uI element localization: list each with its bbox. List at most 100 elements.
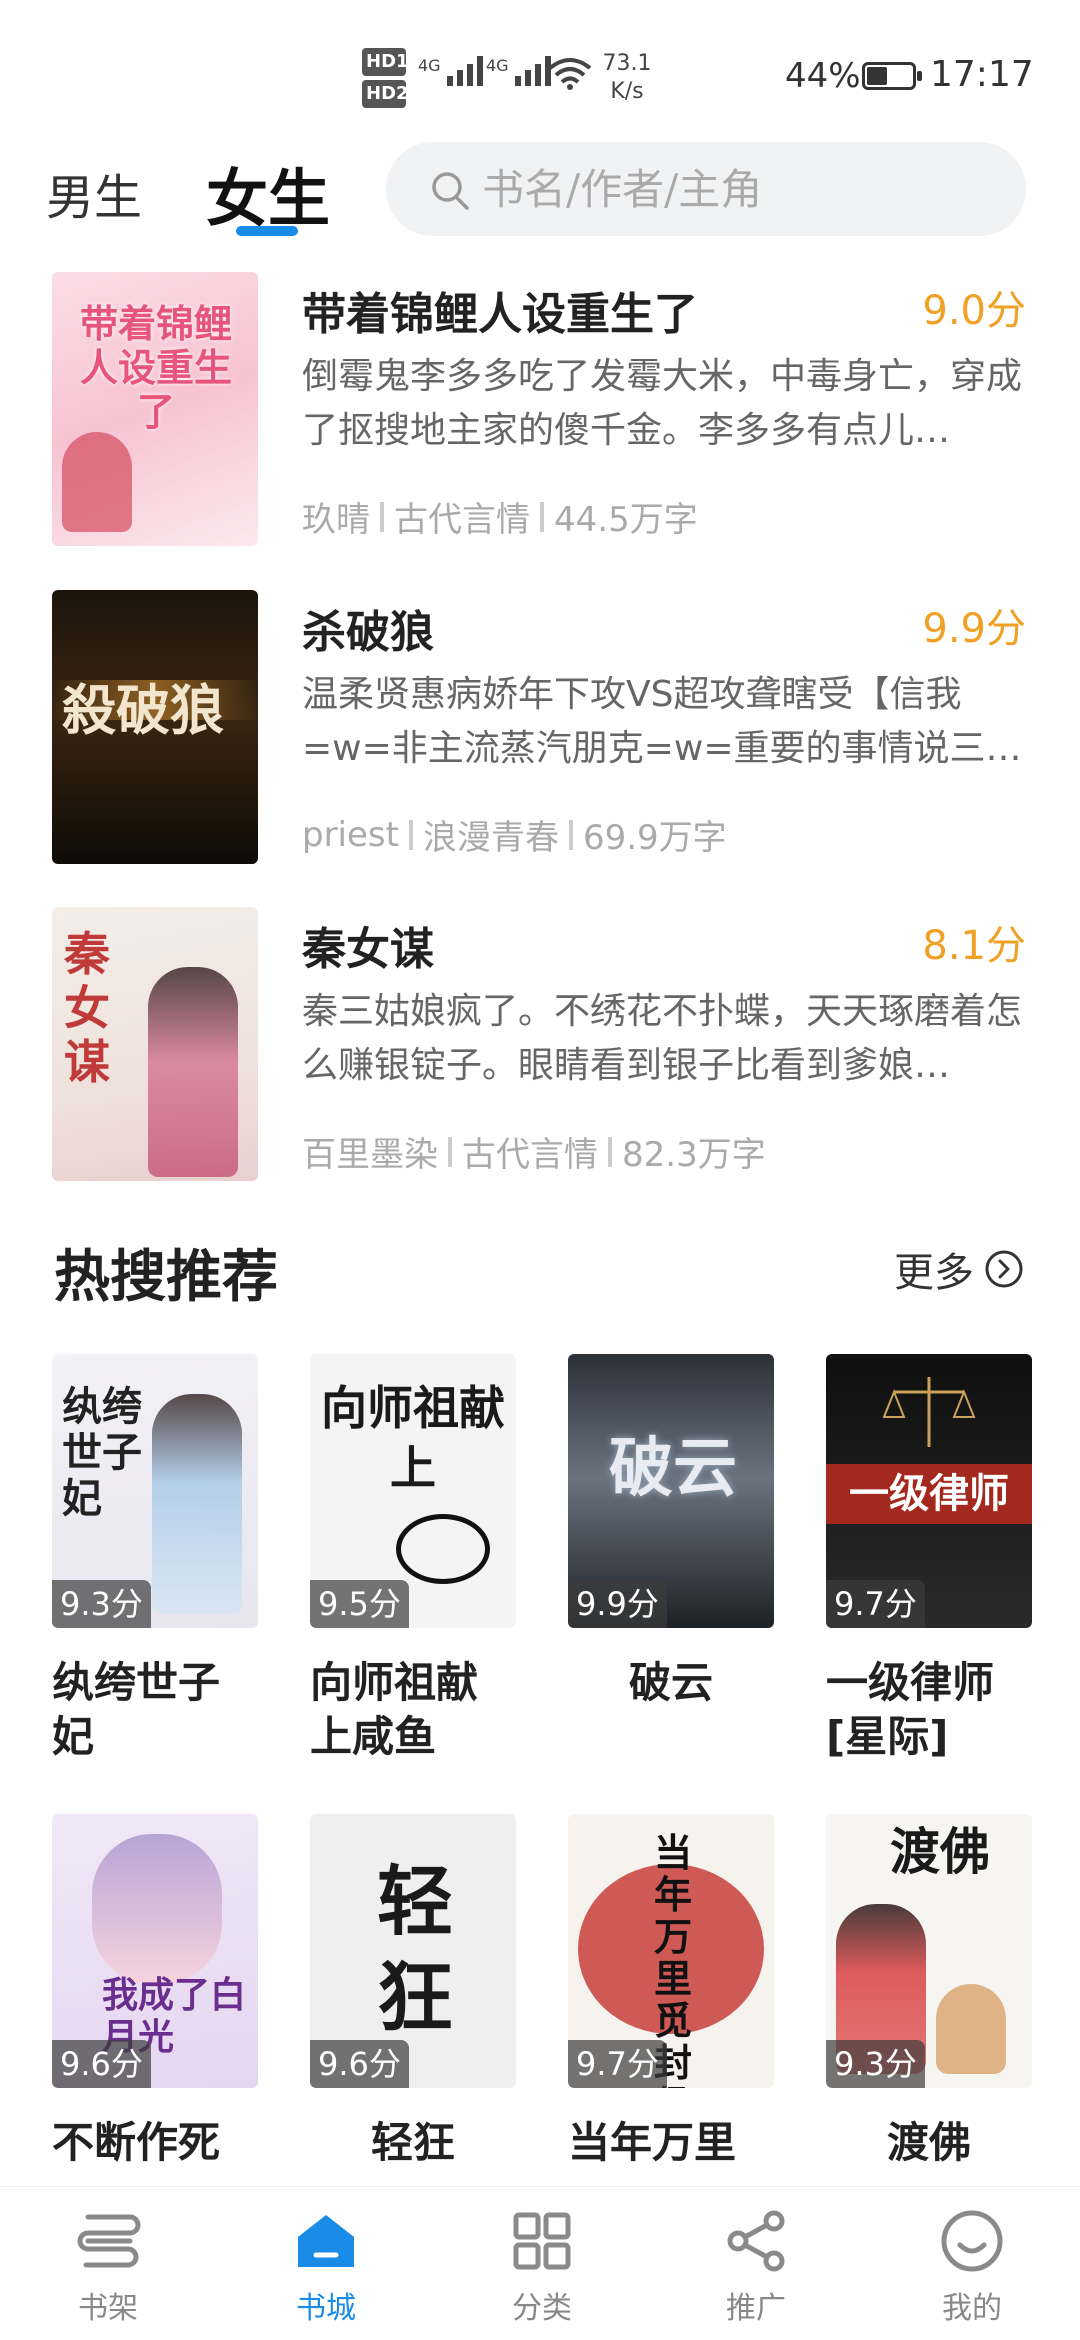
tab-female[interactable]: 女生 [206, 148, 330, 238]
share-icon [727, 2210, 785, 2272]
battery-fill [867, 67, 888, 85]
bookstore-icon [298, 2215, 354, 2267]
cover-title: 轻狂 [377, 1857, 453, 2042]
hot-book-score: 9.3分 [52, 1580, 151, 1628]
book-score: 9.9分 [922, 606, 1026, 652]
cover-title: 破云 [609, 1431, 737, 1506]
book-cover[interactable]: 秦女谋 [52, 907, 258, 1181]
cover-circle [396, 1514, 490, 1584]
network-type-2: 4G [486, 56, 509, 75]
status-bar: HD1 HD2 4G 4G 73.1 K/s 44% 17:17 [0, 0, 1080, 140]
bookshelf-icon [77, 2214, 141, 2268]
search-bar[interactable] [386, 142, 1026, 236]
tab-indicator [236, 226, 298, 236]
hot-book-name[interactable]: 纨绔世子妃 [52, 1656, 258, 1764]
hot-book-cover[interactable]: 破云 9.9分 [568, 1354, 774, 1628]
hot-book-score: 9.3分 [826, 2040, 925, 2088]
tab-male[interactable]: 男生 [46, 158, 142, 228]
hot-book-cover[interactable]: 一级律师 9.7分 [826, 1354, 1032, 1628]
book-words: 82.3万字 [622, 1135, 766, 1175]
hot-book-cover[interactable]: 当年万里觅封侯 9.7分 [568, 1814, 774, 2088]
book-meta: 百里墨染 古代言情 82.3万字 [302, 1127, 766, 1176]
hot-book-name[interactable]: 不断作死 [52, 2116, 258, 2170]
book-meta: 玖晴 古代言情 44.5万字 [302, 492, 698, 541]
book-item[interactable]: 秦女谋 秦女谋 8.1分 秦三姑娘疯了。不绣花不扑蝶，天天琢磨着怎么赚银锭子。眼… [0, 907, 1080, 1197]
book-category: 古代言情 [462, 1135, 598, 1175]
hot-book-name[interactable]: 当年万里 [568, 2116, 774, 2170]
speed-value: 73.1 [602, 51, 652, 76]
hot-book-cover[interactable]: 纨绔世子妃 9.3分 [52, 1354, 258, 1628]
search-icon [432, 172, 469, 210]
nav-item-bookstore[interactable]: 书城 [246, 2207, 406, 2327]
cover-title: 殺破狼 [62, 678, 224, 742]
hot-book-cover[interactable]: 轻狂 9.6分 [310, 1814, 516, 2088]
book-title[interactable]: 秦女谋 [302, 913, 434, 977]
section-title-hot: 热搜推荐 [54, 1244, 278, 1310]
divider [448, 1136, 452, 1167]
hot-book-name[interactable]: 一级律师[星际] [826, 1656, 1032, 1764]
signal-icon: 4G [418, 56, 483, 86]
book-cover[interactable]: 殺破狼 [52, 590, 258, 864]
book-score: 9.0分 [922, 288, 1026, 334]
divider [540, 501, 544, 532]
book-category: 浪漫青春 [422, 818, 559, 858]
nav-item-profile[interactable]: 我的 [892, 2207, 1052, 2327]
book-title[interactable]: 带着锦鲤人设重生了 [302, 278, 698, 342]
hot-book-name[interactable]: 向师祖献上咸鱼 [310, 1656, 516, 1764]
hot-book-score: 9.5分 [310, 1580, 409, 1628]
hd1-badge: HD1 [362, 48, 409, 76]
nav-item-bookshelf[interactable]: 书架 [28, 2207, 188, 2327]
nav-label: 分类 [512, 2291, 572, 2326]
divider [380, 501, 384, 532]
book-item[interactable]: 带着锦鲤人设重生了 带着锦鲤人设重生了 9.0分 倒霉鬼李多多吃了发霉大米，中毒… [0, 272, 1080, 562]
search-input[interactable] [482, 162, 982, 216]
hot-book-name[interactable]: 渡佛 [826, 2116, 1032, 2170]
cover-figure-2 [936, 1984, 1006, 2074]
hot-book-cover[interactable]: 向师祖献上 9.5分 [310, 1354, 516, 1628]
hot-book-score: 9.7分 [826, 1580, 925, 1628]
hot-book-name[interactable]: 轻狂 [310, 2116, 516, 2170]
cover-title: 秦女谋 [64, 927, 110, 1089]
divider [608, 1136, 612, 1167]
profile-icon [941, 2210, 1003, 2272]
book-title[interactable]: 杀破狼 [302, 596, 434, 660]
chevron-right-circle-icon [985, 1250, 1023, 1288]
hot-book-name[interactable]: 破云 [568, 1656, 774, 1710]
hd-indicator: HD1 HD2 [362, 48, 410, 112]
book-desc: 秦三姑娘疯了。不绣花不扑蝶，天天琢磨着怎么赚银锭子。眼睛看到银子比看到爹娘… [302, 991, 1023, 1086]
nav-item-share[interactable]: 推广 [676, 2207, 836, 2327]
cover-figure [62, 432, 132, 532]
scales-icon [882, 1377, 976, 1447]
nav-item-category[interactable]: 分类 [462, 2207, 622, 2327]
wifi-icon [548, 58, 592, 90]
battery-icon [862, 62, 922, 90]
book-author: priest [302, 814, 399, 855]
hot-book-score: 9.7分 [568, 2040, 667, 2088]
cover-figure [92, 1834, 222, 1984]
cover-title: 向师祖献上 [321, 1381, 505, 1495]
divider [568, 819, 573, 850]
cover-title: 带着锦鲤人设重生了 [79, 301, 232, 434]
book-item[interactable]: 殺破狼 杀破狼 9.9分 温柔贤惠病娇年下攻VS超攻聋瞎受【信我=w=非主流蒸汽… [0, 590, 1080, 880]
nav-label: 推广 [726, 2291, 786, 2326]
network-type-1: 4G [418, 56, 441, 75]
hd2-badge: HD2 [362, 80, 409, 108]
speed-unit: K/s [610, 79, 644, 104]
book-desc: 温柔贤惠病娇年下攻VS超攻聋瞎受【信我=w=非主流蒸汽朋克=w=重要的事情说三… [302, 674, 1022, 769]
book-score: 8.1分 [922, 923, 1026, 969]
hot-book-score: 9.6分 [310, 2040, 409, 2088]
hot-book-cover[interactable]: 渡佛 9.3分 [826, 1814, 1032, 2088]
cover-title: 一级律师 [849, 1470, 1009, 1517]
more-button[interactable]: 更多 [894, 1240, 1024, 1298]
battery-percent: 44% [785, 56, 861, 96]
book-cover[interactable]: 带着锦鲤人设重生了 [52, 272, 258, 546]
hot-book-cover[interactable]: 我成了白月光 9.6分 [52, 1814, 258, 2088]
network-speed: 73.1 K/s [600, 50, 654, 106]
hot-book-score: 9.9分 [568, 1580, 667, 1628]
nav-label: 书架 [78, 2291, 138, 2326]
book-words: 69.9万字 [582, 818, 727, 858]
book-meta: priest 浪漫青春 69.9万字 [302, 810, 727, 859]
clock: 17:17 [930, 54, 1034, 95]
hot-book-score: 9.6分 [52, 2040, 151, 2088]
book-category: 古代言情 [394, 500, 530, 540]
